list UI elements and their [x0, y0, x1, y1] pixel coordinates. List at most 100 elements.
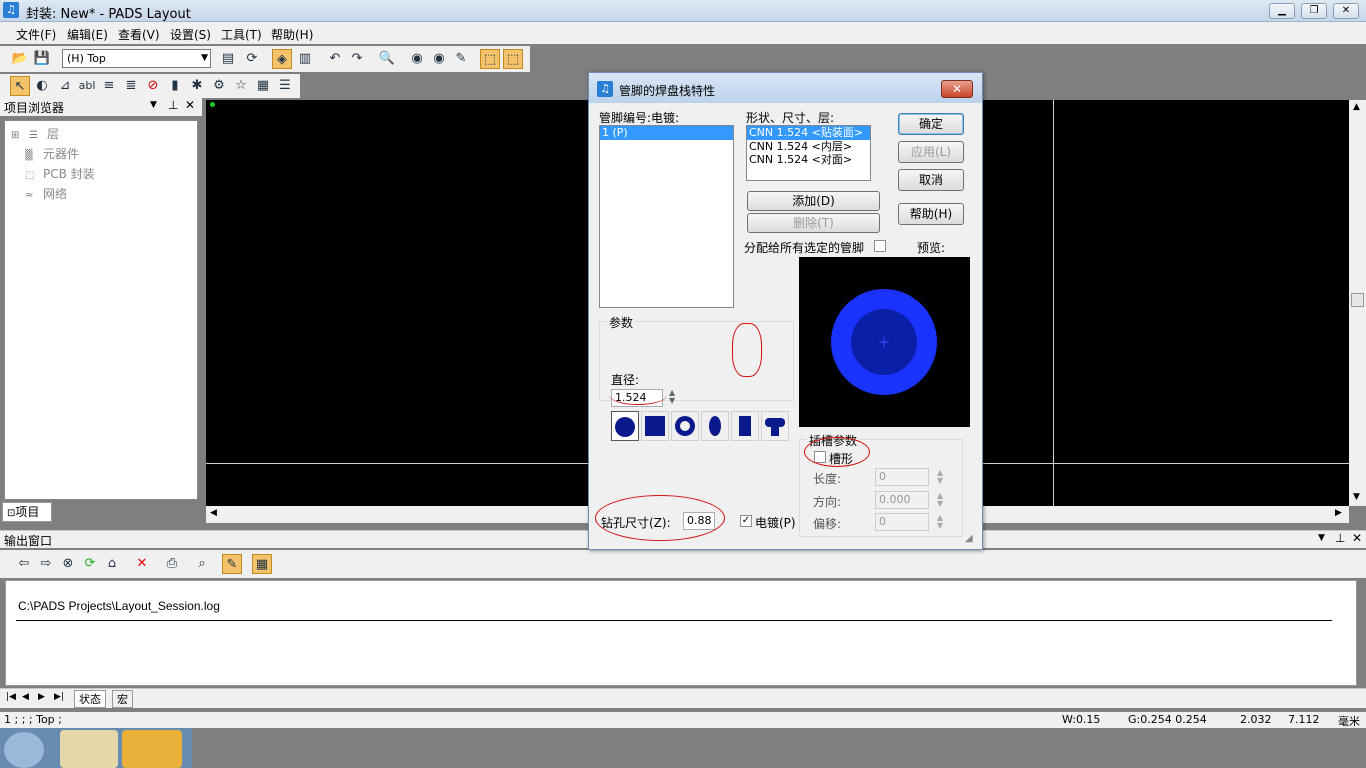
prev-icon[interactable]: ◀: [22, 692, 29, 702]
resize-grip-icon[interactable]: ◢: [965, 533, 973, 544]
menu-tools[interactable]: 工具(T): [221, 26, 262, 43]
home-icon[interactable]: ⌂: [102, 554, 122, 574]
menu-setup[interactable]: 设置(S): [170, 26, 211, 43]
refresh-icon[interactable]: ⟳: [80, 554, 100, 574]
minimize-button[interactable]: ▁: [1269, 3, 1295, 19]
close-window-button[interactable]: ✕: [1333, 3, 1359, 19]
view-icon-2[interactable]: ◉: [429, 49, 449, 69]
tree-item-components[interactable]: ▒ 元器件: [25, 145, 79, 162]
close-icon[interactable]: ✕: [1352, 531, 1362, 545]
tree-item-decals[interactable]: ⬚ PCB 封装: [25, 165, 95, 182]
menu-edit[interactable]: 编辑(E): [67, 26, 108, 43]
forward-icon[interactable]: ⇨: [36, 554, 56, 574]
open-icon[interactable]: 📂: [10, 49, 30, 69]
delete-button[interactable]: 删除(T): [747, 213, 880, 233]
edit-icon[interactable]: ✎: [222, 554, 242, 574]
zoom-icon[interactable]: 🔍: [377, 49, 397, 69]
start-button[interactable]: [4, 732, 44, 768]
assign-all-checkbox[interactable]: [874, 240, 886, 252]
orientation-spinner[interactable]: ▲ ▼: [937, 492, 943, 508]
taskbar-app-2[interactable]: [122, 730, 182, 768]
close-icon[interactable]: ✕: [185, 98, 195, 112]
square-shape-button[interactable]: [641, 411, 669, 441]
panel-icon[interactable]: ▥: [295, 49, 315, 69]
thermal-shape-button[interactable]: [761, 411, 789, 441]
delete-icon[interactable]: ✕: [132, 554, 152, 574]
table-icon[interactable]: ▦: [252, 554, 272, 574]
select-icon[interactable]: ↖: [10, 76, 30, 96]
layout-mode-icon[interactable]: ◈: [272, 49, 292, 69]
rotate-icon[interactable]: ◐: [32, 76, 52, 96]
tree-item-layers[interactable]: ⊞ ☰ 层: [11, 125, 59, 142]
cancel-button[interactable]: 取消: [898, 169, 964, 191]
round-shape-button[interactable]: [611, 411, 639, 441]
pad-icon[interactable]: ▮: [165, 76, 185, 96]
offset-input[interactable]: 0: [875, 513, 929, 531]
pin-list[interactable]: 1 (P): [599, 125, 734, 308]
scroll-left-icon[interactable]: ◀: [210, 508, 217, 518]
redo-icon[interactable]: ↷: [347, 49, 367, 69]
orientation-input[interactable]: 0.000: [875, 491, 929, 509]
pin-icon[interactable]: ⊥: [1335, 531, 1345, 545]
plated-checkbox[interactable]: ✓: [740, 515, 752, 527]
print-icon[interactable]: ⎙: [162, 554, 182, 574]
grid-icon[interactable]: ▦: [253, 76, 273, 96]
oval-shape-button[interactable]: [701, 411, 729, 441]
layer-select[interactable]: (H) Top ▼: [62, 49, 211, 68]
rectangle-shape-button[interactable]: [731, 411, 759, 441]
menu-help[interactable]: 帮助(H): [271, 26, 313, 43]
scroll-thumb[interactable]: [1351, 293, 1364, 307]
stop-icon[interactable]: ⊗: [58, 554, 78, 574]
view-icon-1[interactable]: ◉: [407, 49, 427, 69]
mode-icon-1[interactable]: ⬚: [480, 49, 500, 69]
taskbar-app-1[interactable]: [60, 730, 118, 768]
menu-view[interactable]: 查看(V): [118, 26, 160, 43]
ok-button[interactable]: 确定: [898, 113, 964, 135]
properties-icon[interactable]: ▤: [218, 49, 238, 69]
help-button[interactable]: 帮助(H): [898, 203, 964, 225]
terminal-icon[interactable]: ✱: [187, 76, 207, 96]
next-icon[interactable]: ▶: [38, 692, 45, 702]
wizard-icon[interactable]: ⚙: [209, 76, 229, 96]
diameter-spinner[interactable]: ▲ ▼: [669, 389, 675, 405]
dropdown-icon[interactable]: ▼: [150, 100, 157, 110]
tab-macro[interactable]: 宏: [112, 690, 133, 708]
pin-icon[interactable]: ⊿: [55, 76, 75, 96]
shape-row[interactable]: CNN 1.524 <内层>: [747, 140, 870, 153]
dropdown-icon[interactable]: ▼: [1318, 533, 1325, 543]
vertical-scrollbar[interactable]: ▲ ▼: [1349, 100, 1366, 506]
shape-list[interactable]: CNN 1.524 <贴装面> CNN 1.524 <内层> CNN 1.524…: [746, 125, 871, 181]
list-icon[interactable]: ☰: [275, 76, 295, 96]
dimension-icon[interactable]: ☆: [231, 76, 251, 96]
tab-project[interactable]: ⊡项目: [2, 502, 52, 522]
keepout-icon[interactable]: ⊘: [143, 76, 163, 96]
annular-shape-button[interactable]: [671, 411, 699, 441]
tab-status[interactable]: 状态: [74, 690, 106, 708]
dialog-close-button[interactable]: ✕: [941, 80, 973, 98]
find-icon[interactable]: ⌕: [192, 554, 212, 574]
undo-icon[interactable]: ↶: [325, 49, 345, 69]
pin-icon[interactable]: ⊥: [168, 98, 178, 112]
maximize-button[interactable]: ❐: [1301, 3, 1327, 19]
scroll-right-icon[interactable]: ▶: [1335, 508, 1342, 518]
shape-row[interactable]: CNN 1.524 <贴装面>: [747, 126, 870, 140]
offset-spinner[interactable]: ▲ ▼: [937, 514, 943, 530]
add-button[interactable]: 添加(D): [747, 191, 880, 211]
shape-row[interactable]: CNN 1.524 <对面>: [747, 153, 870, 166]
menu-file[interactable]: 文件(F): [16, 26, 56, 43]
expand-icon[interactable]: ⊞: [11, 130, 29, 141]
text-icon[interactable]: abl: [77, 76, 97, 96]
length-spinner[interactable]: ▲ ▼: [937, 469, 943, 485]
pin-row[interactable]: 1 (P): [600, 126, 733, 140]
brush-icon[interactable]: ✎: [451, 49, 471, 69]
mode-icon-2[interactable]: ⬚: [503, 49, 523, 69]
refresh-icon[interactable]: ⟳: [242, 49, 262, 69]
scroll-down-icon[interactable]: ▼: [1353, 492, 1360, 502]
length-input[interactable]: 0: [875, 468, 929, 486]
apply-button[interactable]: 应用(L): [898, 141, 964, 163]
save-icon[interactable]: 💾: [32, 49, 52, 69]
layer-icon[interactable]: ≡: [99, 76, 119, 96]
copper-icon[interactable]: ≣: [121, 76, 141, 96]
scroll-up-icon[interactable]: ▲: [1353, 102, 1360, 112]
first-icon[interactable]: |◀: [6, 692, 16, 702]
